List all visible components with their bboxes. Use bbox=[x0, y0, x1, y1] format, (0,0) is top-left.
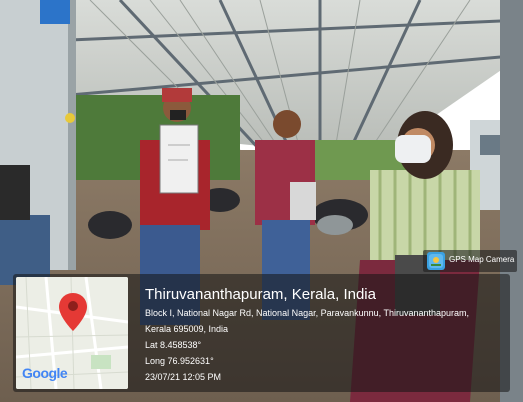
timestamp: 23/07/21 12:05 PM bbox=[145, 372, 222, 382]
latitude: Lat 8.458538° bbox=[145, 340, 202, 350]
google-logo-text: Google bbox=[22, 365, 68, 381]
gps-overlay: GPS Map Camera Google Thiruvananthapuram… bbox=[13, 250, 517, 392]
location-pin-icon bbox=[59, 293, 87, 331]
location-title: Thiruvananthapuram, Kerala, India bbox=[145, 286, 376, 303]
gps-map-camera-icon bbox=[427, 252, 445, 270]
gps-map-camera-badge: GPS Map Camera bbox=[423, 250, 517, 272]
address-line-1: Block I, National Nagar Rd, National Nag… bbox=[145, 308, 470, 318]
address-line-2: Kerala 695009, India bbox=[145, 324, 229, 334]
google-logo: Google bbox=[22, 365, 68, 381]
mini-map: Google bbox=[16, 277, 128, 389]
gps-map-camera-label: GPS Map Camera bbox=[449, 255, 515, 264]
longitude: Long 76.952631° bbox=[145, 356, 214, 366]
